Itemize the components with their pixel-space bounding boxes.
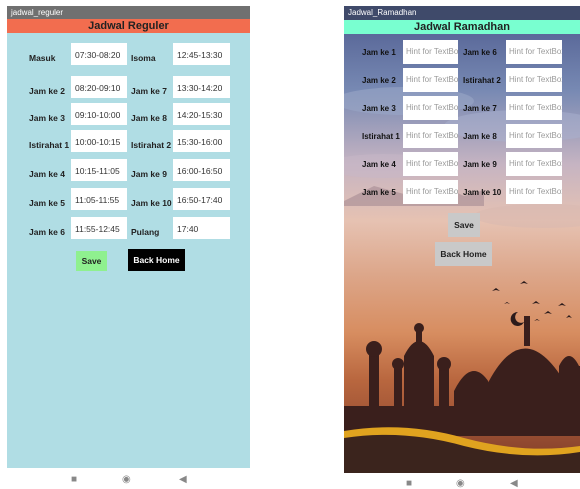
period-label: Masuk	[29, 53, 56, 63]
time-field[interactable]: 13:30-14:20	[173, 76, 230, 98]
period-label: Jam ke 7	[463, 104, 497, 113]
back-home-button[interactable]: Back Home	[435, 242, 492, 266]
time-input[interactable]: Hint for TextBox	[506, 152, 562, 176]
jadwal-reguler-screen: jadwal_reguler Jadwal Reguler Masuk 07:30…	[7, 6, 250, 468]
period-label: Jam ke 6	[463, 48, 497, 57]
time-field[interactable]: 11:05-11:55	[71, 188, 127, 210]
period-label: Jam ke 9	[131, 169, 167, 179]
app-title-bar: jadwal_reguler	[7, 6, 250, 19]
time-input[interactable]: Hint for TextBox	[403, 68, 458, 92]
time-field[interactable]: 17:40	[173, 217, 230, 239]
time-field[interactable]: 10:15-11:05	[71, 159, 127, 181]
time-input[interactable]: Hint for TextBox	[403, 124, 458, 148]
period-label: Jam ke 4	[362, 160, 396, 169]
period-label: Jam ke 2	[29, 86, 65, 96]
schedule-row: Jam ke 4 10:15-11:05 Jam ke 9 16:00-16:50	[7, 159, 250, 187]
period-label: Jam ke 8	[463, 132, 497, 141]
schedule-row: Jam ke 2 08:20-09:10 Jam ke 7 13:30-14:20	[7, 76, 250, 104]
schedule-row: Jam ke 5 11:05-11:55 Jam ke 10 16:50-17:40	[7, 188, 250, 216]
nav-home-icon[interactable]: ◉	[122, 474, 131, 485]
period-label: Jam ke 10	[131, 198, 172, 208]
page-title: Jadwal Reguler	[7, 19, 250, 33]
time-field[interactable]: 16:00-16:50	[173, 159, 230, 181]
period-label: Jam ke 10	[463, 188, 502, 197]
period-label: Jam ke 8	[131, 113, 167, 123]
period-label: Isoma	[131, 53, 156, 63]
time-input[interactable]: Hint for TextBox	[403, 40, 458, 64]
period-label: Jam ke 3	[29, 113, 65, 123]
period-label: Jam ke 3	[362, 104, 396, 113]
time-input[interactable]: Hint for TextBox	[506, 40, 562, 64]
save-button[interactable]: Save	[448, 213, 480, 237]
period-label: Jam ke 6	[29, 227, 65, 237]
period-label: Istirahat 1	[29, 140, 70, 150]
schedule-row: Jam ke 6 11:55-12:45 Pulang 17:40	[7, 217, 250, 245]
schedule-row: Istirahat 1 10:00-10:15 Istirahat 2 15:30-1…	[7, 130, 250, 158]
time-input[interactable]: Hint for TextBox	[403, 152, 458, 176]
period-label: Jam ke 4	[29, 169, 65, 179]
time-field[interactable]: 12:45-13:30	[173, 43, 230, 65]
nav-back-icon[interactable]: ◀	[179, 474, 187, 485]
period-label: Jam ke 5	[362, 188, 396, 197]
time-field[interactable]: 14:20-15:30	[173, 103, 230, 125]
nav-recents-icon[interactable]: ■	[406, 478, 412, 489]
time-field[interactable]: 10:00-10:15	[71, 130, 127, 152]
period-label: Istirahat 2	[463, 76, 501, 85]
time-field[interactable]: 16:50-17:40	[173, 188, 230, 210]
time-input[interactable]: Hint for TextBox	[403, 96, 458, 120]
period-label: Istirahat 2	[131, 140, 172, 150]
back-home-button[interactable]: Back Home	[128, 249, 185, 271]
nav-recents-icon[interactable]: ■	[71, 474, 77, 485]
period-label: Jam ke 2	[362, 76, 396, 85]
time-input[interactable]: Hint for TextBox	[506, 96, 562, 120]
period-label: Jam ke 1	[362, 48, 396, 57]
nav-back-icon[interactable]: ◀	[510, 478, 518, 489]
time-field[interactable]: 09:10-10:00	[71, 103, 127, 125]
time-input[interactable]: Hint for TextBox	[506, 124, 562, 148]
period-label: Pulang	[131, 227, 160, 237]
time-input[interactable]: Hint for TextBox	[403, 180, 458, 204]
nav-home-icon[interactable]: ◉	[456, 478, 465, 489]
time-field[interactable]: 15:30-16:00	[173, 130, 230, 152]
time-field[interactable]: 07:30-08:20	[71, 43, 127, 65]
time-input[interactable]: Hint for TextBox	[506, 180, 562, 204]
period-label: Jam ke 5	[29, 198, 65, 208]
time-field[interactable]: 08:20-09:10	[71, 76, 127, 98]
schedule-row: Jam ke 3 09:10-10:00 Jam ke 8 14:20-15:30	[7, 103, 250, 131]
time-field[interactable]: 11:55-12:45	[71, 217, 127, 239]
save-button[interactable]: Save	[76, 251, 107, 271]
period-label: Jam ke 9	[463, 160, 497, 169]
schedule-row: Masuk 07:30-08:20 Isoma 12:45-13:30	[7, 43, 250, 71]
period-label: Istirahat 1	[362, 132, 400, 141]
period-label: Jam ke 7	[131, 86, 167, 96]
jadwal-ramadhan-screen: Jadwal_Ramadhan Jadwal Ramadhan Jam ke 1…	[344, 6, 580, 473]
time-input[interactable]: Hint for TextBox	[506, 68, 562, 92]
